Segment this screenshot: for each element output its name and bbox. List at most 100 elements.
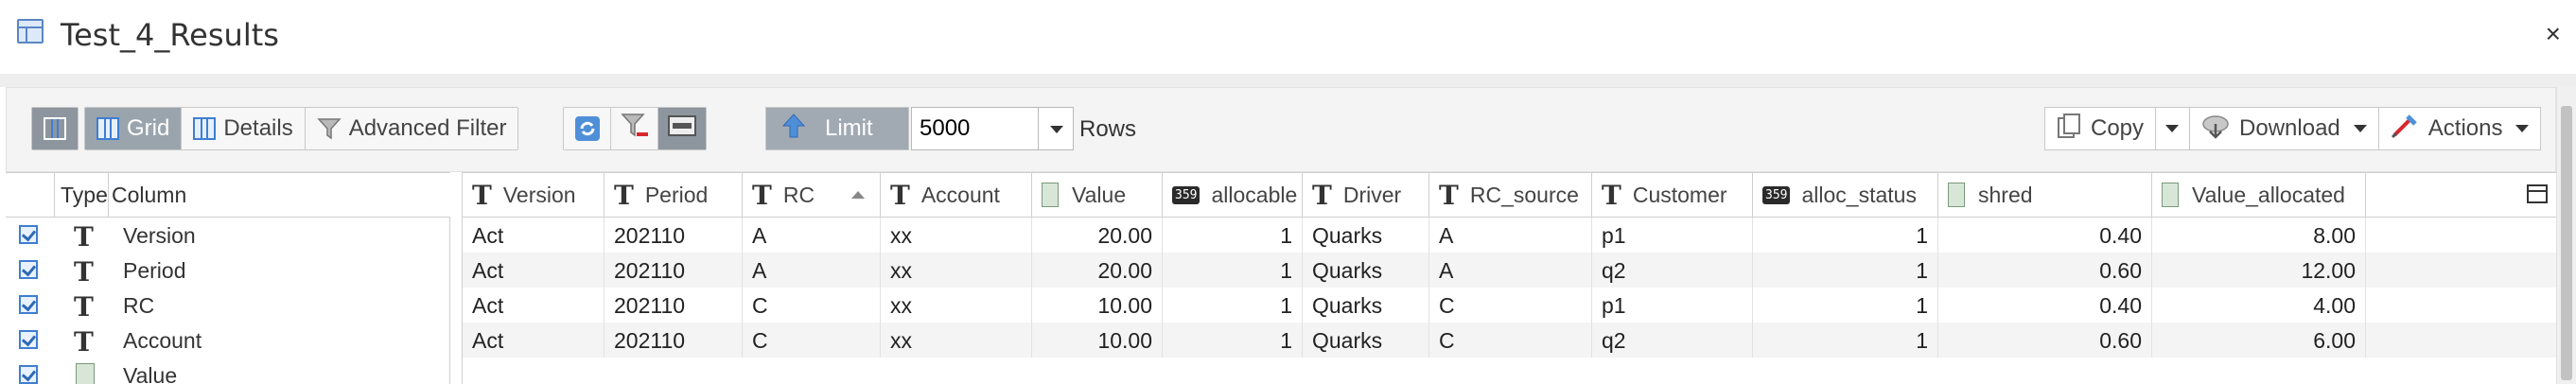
- column-visible-checkbox[interactable]: [19, 365, 38, 384]
- table-cell[interactable]: q2: [1592, 323, 1753, 358]
- column-visible-checkbox[interactable]: [19, 225, 38, 244]
- column-header[interactable]: T Customer: [1592, 173, 1753, 217]
- column-list-item[interactable]: T Version: [6, 218, 450, 253]
- form-view-button[interactable]: [658, 108, 706, 149]
- table-cell[interactable]: C: [743, 323, 881, 358]
- table-cell[interactable]: 1: [1753, 323, 1938, 358]
- column-header[interactable]: Value: [1032, 173, 1163, 217]
- table-row[interactable]: Act 202110 Axx 20.00 1 Quarks Aq2 1 0.60 12.00: [463, 253, 2557, 288]
- copy-dropdown-button[interactable]: [2156, 108, 2191, 149]
- column-chooser-icon[interactable]: [2527, 184, 2548, 203]
- column-header[interactable]: 359 alloc_status: [1753, 173, 1938, 217]
- limit-input[interactable]: [911, 107, 1040, 150]
- table-cell[interactable]: 1: [1163, 218, 1303, 253]
- column-list-item[interactable]: T Account: [6, 323, 450, 358]
- column-header[interactable]: T RC: [743, 173, 881, 217]
- table-cell[interactable]: A: [1429, 253, 1592, 288]
- column-list-item[interactable]: T RC: [6, 288, 450, 323]
- column-header[interactable]: T RC_source: [1429, 173, 1592, 217]
- copy-button[interactable]: Copy: [2045, 108, 2157, 149]
- table-cell[interactable]: Act: [463, 288, 605, 323]
- column-panel-toggle[interactable]: [32, 108, 78, 149]
- table-cell[interactable]: 0.40: [1938, 288, 2152, 323]
- download-button[interactable]: Download: [2190, 108, 2379, 149]
- column-list-item[interactable]: Value: [6, 358, 450, 384]
- table-cell[interactable]: 0.60: [1938, 253, 2152, 288]
- close-button[interactable]: ×: [2546, 21, 2561, 47]
- table-row[interactable]: Act 202110 Cxx 10.00 1 Quarks Cq2 1 0.60 6.00: [463, 323, 2557, 358]
- clear-filter-button[interactable]: [611, 108, 658, 149]
- table-cell[interactable]: A: [743, 253, 881, 288]
- table-cell[interactable]: 1: [1163, 323, 1303, 358]
- table-cell[interactable]: 1: [1163, 288, 1303, 323]
- column-name: Account: [123, 328, 202, 353]
- table-row[interactable]: Act 202110 Cxx 10.00 1 Quarks Cp1 1 0.40 4.00: [463, 288, 2557, 323]
- column-header[interactable]: Value_allocated: [2152, 173, 2366, 217]
- column-name: Value: [123, 363, 178, 384]
- table-cell[interactable]: A: [743, 218, 881, 253]
- scrollbar-thumb[interactable]: [2561, 106, 2572, 380]
- table-cell[interactable]: A: [1429, 218, 1592, 253]
- table-cell[interactable]: 6.00: [2152, 323, 2366, 358]
- vertical-scrollbar[interactable]: [2556, 87, 2576, 384]
- column-list-item[interactable]: T Period: [6, 253, 450, 288]
- table-cell[interactable]: C: [1429, 288, 1592, 323]
- table-cell[interactable]: xx: [881, 218, 1032, 253]
- grid-view-button[interactable]: Grid: [85, 108, 183, 149]
- table-cell[interactable]: C: [743, 288, 881, 323]
- table-cell[interactable]: q2: [1592, 253, 1753, 288]
- text-type-icon: T: [74, 326, 94, 358]
- column-header[interactable]: T Period: [605, 173, 743, 217]
- table-cell[interactable]: 20.00: [1032, 218, 1163, 253]
- table-cell[interactable]: xx: [881, 323, 1032, 358]
- table-cell[interactable]: Quarks: [1303, 253, 1429, 288]
- table-cell[interactable]: 12.00: [2152, 253, 2366, 288]
- table-cell[interactable]: 0.60: [1938, 323, 2152, 358]
- table-cell[interactable]: Act: [463, 253, 605, 288]
- table-row[interactable]: Act 202110 Axx 20.00 1 Quarks Ap1 1 0.40 8.00: [463, 218, 2557, 253]
- details-view-button[interactable]: Details: [182, 108, 306, 149]
- view-mode-group: Grid Details Advanced Filter: [84, 107, 519, 150]
- table-cell[interactable]: 1: [1753, 253, 1938, 288]
- table-cell[interactable]: 1: [1753, 288, 1938, 323]
- advanced-filter-button[interactable]: Advanced Filter: [305, 108, 518, 149]
- table-cell[interactable]: p1: [1592, 288, 1753, 323]
- table-cell[interactable]: 202110: [605, 323, 743, 358]
- table-cell[interactable]: Quarks: [1303, 288, 1429, 323]
- table-cell[interactable]: 202110: [605, 253, 743, 288]
- title-bar: Test_4_Results ×: [0, 0, 2576, 74]
- refresh-button[interactable]: [564, 108, 611, 149]
- column-visible-checkbox[interactable]: [19, 260, 38, 279]
- table-cell[interactable]: Act: [463, 323, 605, 358]
- table-cell[interactable]: C: [1429, 323, 1592, 358]
- limit-button[interactable]: Limit: [766, 108, 908, 149]
- calculated-type-icon: [2162, 183, 2179, 207]
- table-cell[interactable]: 8.00: [2152, 218, 2366, 253]
- column-header[interactable]: shred: [1938, 173, 2152, 217]
- column-header[interactable]: T Version: [463, 173, 605, 217]
- table-cell[interactable]: xx: [881, 288, 1032, 323]
- type-header: Type: [61, 183, 108, 207]
- table-cell[interactable]: 1: [1753, 218, 1938, 253]
- select-all-header[interactable]: [6, 173, 55, 217]
- table-cell[interactable]: 20.00: [1032, 253, 1163, 288]
- table-cell[interactable]: xx: [881, 253, 1032, 288]
- actions-button[interactable]: Actions: [2378, 108, 2541, 149]
- table-cell[interactable]: Quarks: [1303, 218, 1429, 253]
- column-visible-checkbox[interactable]: [19, 295, 38, 314]
- column-header[interactable]: T Driver: [1303, 173, 1429, 217]
- table-cell[interactable]: Quarks: [1303, 323, 1429, 358]
- column-header[interactable]: T Account: [881, 173, 1032, 217]
- table-cell[interactable]: 10.00: [1032, 288, 1163, 323]
- table-cell[interactable]: 0.40: [1938, 218, 2152, 253]
- table-cell[interactable]: 202110: [605, 288, 743, 323]
- table-cell[interactable]: p1: [1592, 218, 1753, 253]
- limit-dropdown-button[interactable]: [1038, 107, 1074, 150]
- table-cell[interactable]: Act: [463, 218, 605, 253]
- column-header[interactable]: 359 allocable: [1163, 173, 1303, 217]
- table-cell[interactable]: 10.00: [1032, 323, 1163, 358]
- table-cell[interactable]: 1: [1163, 253, 1303, 288]
- column-visible-checkbox[interactable]: [19, 330, 38, 349]
- table-cell[interactable]: 4.00: [2152, 288, 2366, 323]
- table-cell[interactable]: 202110: [605, 218, 743, 253]
